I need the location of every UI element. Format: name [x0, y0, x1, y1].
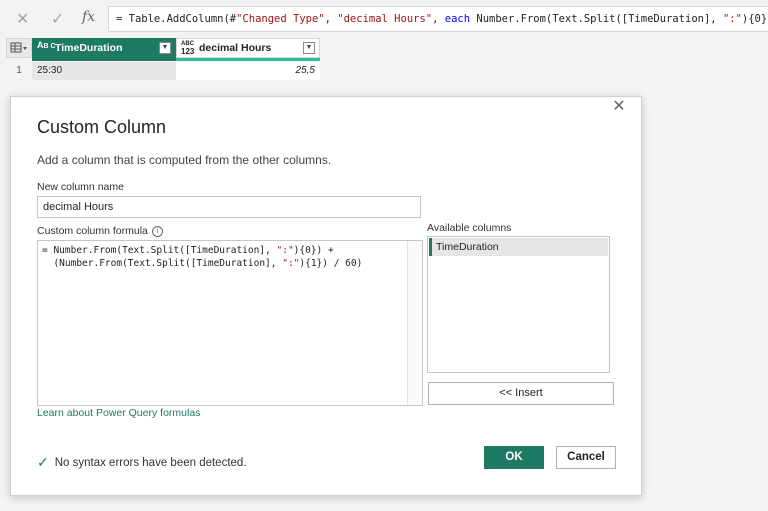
- info-icon[interactable]: i: [151, 225, 163, 237]
- status-text: No syntax errors have been detected.: [54, 457, 247, 469]
- scrollbar[interactable]: [407, 241, 422, 405]
- available-columns-label: Available columns: [427, 222, 512, 234]
- formula-token: ,: [432, 13, 445, 25]
- formula-line: (Number.From(Text.Split([TimeDuration], …: [42, 258, 363, 269]
- formula-token: each: [444, 13, 471, 25]
- new-column-name-input[interactable]: decimal Hours: [37, 196, 421, 218]
- formula-input[interactable]: = Table.AddColumn(#"Changed Type", "deci…: [108, 6, 768, 32]
- column-header-decimal-hours[interactable]: ABC 123 decimal Hours ▼: [176, 38, 320, 58]
- formula-bar: ✕ ✓ fx = Table.AddColumn(#"Changed Type"…: [0, 0, 768, 38]
- table-cell[interactable]: 25,5: [176, 62, 320, 80]
- cancel-button[interactable]: Cancel: [556, 446, 616, 469]
- check-icon[interactable]: ✓: [51, 9, 64, 29]
- close-icon[interactable]: ✕: [612, 99, 626, 115]
- column-quality-bar: [176, 58, 320, 61]
- insert-button[interactable]: << Insert: [428, 382, 614, 405]
- fx-icon[interactable]: fx: [82, 9, 95, 25]
- column-header-timeduration[interactable]: AB C TimeDuration ▼: [32, 38, 176, 58]
- check-icon: ✓: [37, 454, 49, 470]
- formula-token: ":": [722, 13, 742, 25]
- table-cell[interactable]: 25:30: [32, 62, 176, 80]
- column-name: TimeDuration: [55, 42, 123, 54]
- formula-editor[interactable]: = Number.From(Text.Split([TimeDuration],…: [37, 240, 423, 406]
- close-icon[interactable]: ✕: [16, 9, 29, 29]
- filter-dropdown-icon[interactable]: ▼: [159, 42, 171, 54]
- learn-link[interactable]: Learn about Power Query formulas: [37, 407, 200, 419]
- text-type-icon[interactable]: AB C: [37, 41, 56, 51]
- formula-token: ){0}) +: [741, 13, 768, 25]
- formula-token: = Table.AddColumn(#: [116, 13, 237, 25]
- table-menu-icon[interactable]: [6, 38, 32, 58]
- available-columns-list: TimeDuration: [427, 236, 610, 373]
- column-quality-bar: [32, 58, 176, 61]
- formula-label: Custom column formula i: [37, 225, 163, 237]
- list-item[interactable]: TimeDuration: [429, 238, 608, 256]
- formula-token: ,: [324, 13, 338, 25]
- formula-label-text: Custom column formula: [37, 225, 148, 237]
- dialog-title: Custom Column: [37, 117, 167, 137]
- row-number: 1: [6, 62, 32, 80]
- any-type-icon[interactable]: ABC 123: [181, 40, 194, 56]
- filter-dropdown-icon[interactable]: ▼: [303, 42, 315, 54]
- syntax-status: ✓ No syntax errors have been detected.: [37, 454, 247, 471]
- formula-line: = Number.From(Text.Split([TimeDuration],…: [42, 245, 334, 256]
- dialog-description: Add a column that is computed from the o…: [37, 153, 332, 167]
- formula-token: Number.From(Text.Split([TimeDuration],: [470, 13, 723, 25]
- formula-token: "decimal Hours": [337, 13, 433, 25]
- column-name: decimal Hours: [199, 42, 272, 54]
- ok-button[interactable]: OK: [484, 446, 544, 469]
- new-column-label: New column name: [37, 181, 124, 193]
- formula-token: "Changed Type": [236, 13, 325, 25]
